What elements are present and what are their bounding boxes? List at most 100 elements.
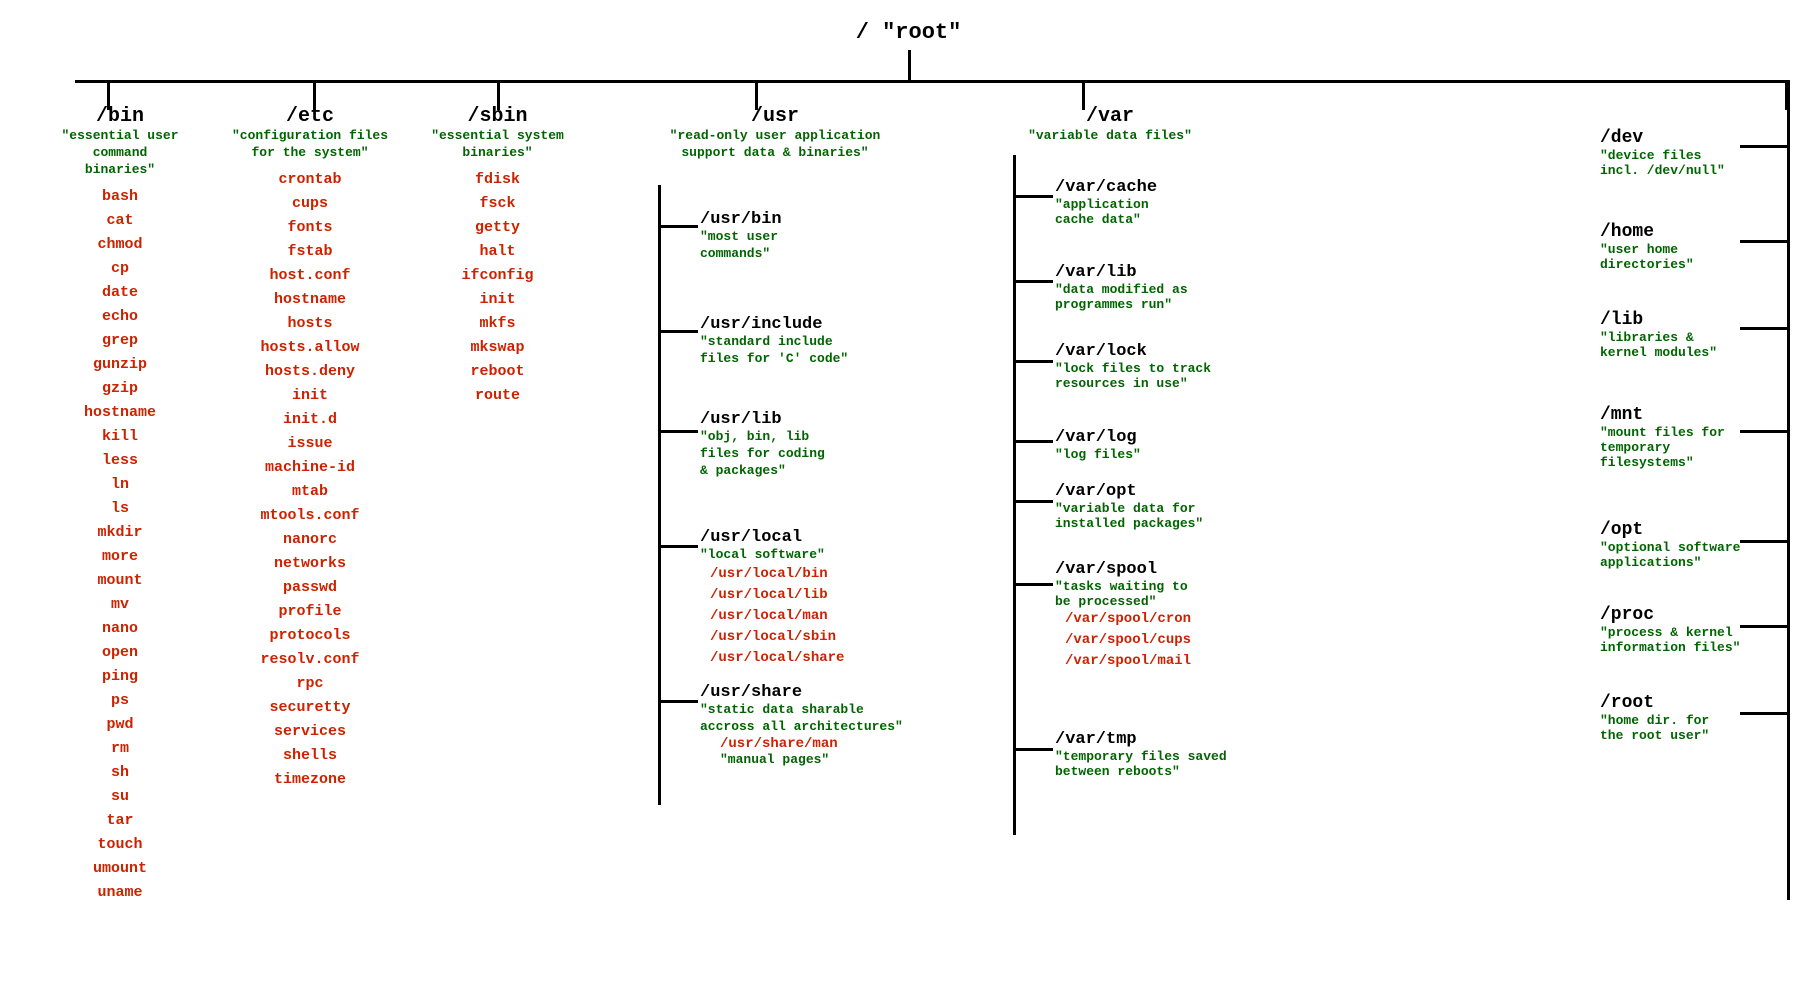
var-tmp-hline xyxy=(1013,748,1053,751)
var-log-desc: "log files" xyxy=(1055,447,1141,462)
dev-desc: "device filesincl. /dev/null" xyxy=(1600,148,1725,178)
var-log-name: /var/log xyxy=(1055,428,1141,447)
var-lib-desc: "data modified asprogrammes run" xyxy=(1055,282,1188,312)
usr-local-name: /usr/local xyxy=(700,528,844,547)
root-label: / "root" xyxy=(856,20,962,45)
var-spool-hline xyxy=(1013,583,1053,586)
usr-local-hline xyxy=(658,545,698,548)
opt-desc: "optional softwareapplications" xyxy=(1600,540,1740,570)
var-opt-hline xyxy=(1013,500,1053,503)
bin-section: /bin "essential usercommandbinaries" bas… xyxy=(40,105,200,905)
usr-lib-hline xyxy=(658,430,698,433)
usr-share-desc: "static data sharableaccross all archite… xyxy=(700,702,903,736)
var-lib-hline xyxy=(1013,280,1053,283)
home-desc: "user homedirectories" xyxy=(1600,242,1694,272)
proc-desc: "process & kernelinformation files" xyxy=(1600,625,1740,655)
var-tree-vline xyxy=(1013,155,1016,835)
var-name: /var xyxy=(1000,105,1220,128)
var-log-hline xyxy=(1013,440,1053,443)
var-spool-name: /var/spool xyxy=(1055,560,1191,579)
sbin-desc: "essential systembinaries" xyxy=(415,128,580,162)
var-cache-desc: "applicationcache data" xyxy=(1055,197,1157,227)
home-hline xyxy=(1740,240,1790,243)
dev-name: /dev xyxy=(1600,128,1725,148)
usr-bin-hline xyxy=(658,225,698,228)
var-spool-items: /var/spool/cron/var/spool/cups/var/spool… xyxy=(1065,609,1191,672)
etc-desc: "configuration filesfor the system" xyxy=(215,128,405,162)
mnt-hline xyxy=(1740,430,1790,433)
var-log-section: /var/log "log files" xyxy=(1055,428,1141,462)
usr-lib-name: /usr/lib xyxy=(700,410,825,429)
usr-share-name: /usr/share xyxy=(700,683,903,702)
var-tmp-name: /var/tmp xyxy=(1055,730,1227,749)
var-lib-name: /var/lib xyxy=(1055,263,1188,282)
lib-name: /lib xyxy=(1600,310,1717,330)
etc-name: /etc xyxy=(215,105,405,128)
bin-name: /bin xyxy=(40,105,200,128)
usr-tree-vline xyxy=(658,185,661,805)
opt-section: /opt "optional softwareapplications" xyxy=(1600,520,1740,570)
var-header: /var "variable data files" xyxy=(1000,105,1220,143)
mnt-section: /mnt "mount files fortemporaryfilesystem… xyxy=(1600,405,1725,470)
var-tmp-section: /var/tmp "temporary files savedbetween r… xyxy=(1055,730,1227,779)
lib-section: /lib "libraries &kernel modules" xyxy=(1600,310,1717,360)
var-opt-section: /var/opt "variable data forinstalled pac… xyxy=(1055,482,1203,531)
usr-local-items: /usr/local/bin/usr/local/lib/usr/local/m… xyxy=(710,564,844,669)
rootdir-desc: "home dir. forthe root user" xyxy=(1600,713,1709,743)
var-spool-desc: "tasks waiting tobe processed" xyxy=(1055,579,1191,609)
rootdir-section: /root "home dir. forthe root user" xyxy=(1600,693,1709,743)
proc-hline xyxy=(1740,625,1790,628)
right-tree-vline xyxy=(1787,80,1790,900)
home-section: /home "user homedirectories" xyxy=(1600,222,1694,272)
usr-share-hline xyxy=(658,700,698,703)
var-lock-hline xyxy=(1013,360,1053,363)
proc-name: /proc xyxy=(1600,605,1740,625)
usr-bin-desc: "most usercommands" xyxy=(700,229,782,263)
var-opt-desc: "variable data forinstalled packages" xyxy=(1055,501,1203,531)
var-lock-section: /var/lock "lock files to trackresources … xyxy=(1055,342,1211,391)
var-cache-hline xyxy=(1013,195,1053,198)
bin-items: bashcatchmodcpdateechogrepgunzipgziphost… xyxy=(40,185,200,905)
var-cache-section: /var/cache "applicationcache data" xyxy=(1055,178,1157,227)
opt-hline xyxy=(1740,540,1790,543)
usr-include-desc: "standard includefiles for 'C' code" xyxy=(700,334,848,368)
sbin-items: fdiskfsckgettyhaltifconfiginitmkfsmkswap… xyxy=(415,168,580,408)
var-opt-name: /var/opt xyxy=(1055,482,1203,501)
rootdir-name: /root xyxy=(1600,693,1709,713)
usr-share-man-desc: "manual pages" xyxy=(720,752,903,767)
usr-lib-desc: "obj, bin, libfiles for coding& packages… xyxy=(700,429,825,480)
usr-local-section: /usr/local "local software" /usr/local/b… xyxy=(700,528,844,669)
usr-lib-section: /usr/lib "obj, bin, libfiles for coding&… xyxy=(700,410,825,480)
proc-section: /proc "process & kernelinformation files… xyxy=(1600,605,1740,655)
var-desc: "variable data files" xyxy=(1000,128,1220,143)
usr-header: /usr "read-only user applicationsupport … xyxy=(620,105,930,162)
usr-share-section: /usr/share "static data sharableaccross … xyxy=(700,683,903,767)
usr-include-hline xyxy=(658,330,698,333)
main-hline xyxy=(75,80,1785,83)
sbin-name: /sbin xyxy=(415,105,580,128)
etc-items: crontabcupsfontsfstabhost.confhostnameho… xyxy=(215,168,405,792)
lib-hline xyxy=(1740,327,1790,330)
dev-hline xyxy=(1740,145,1790,148)
var-spool-section: /var/spool "tasks waiting tobe processed… xyxy=(1055,560,1191,672)
var-lock-desc: "lock files to trackresources in use" xyxy=(1055,361,1211,391)
var-lock-name: /var/lock xyxy=(1055,342,1211,361)
usr-include-section: /usr/include "standard includefiles for … xyxy=(700,315,848,368)
root-vline xyxy=(908,50,911,80)
dev-section: /dev "device filesincl. /dev/null" xyxy=(1600,128,1725,178)
var-tmp-desc: "temporary files savedbetween reboots" xyxy=(1055,749,1227,779)
mnt-desc: "mount files fortemporaryfilesystems" xyxy=(1600,425,1725,470)
mnt-name: /mnt xyxy=(1600,405,1725,425)
usr-bin-section: /usr/bin "most usercommands" xyxy=(700,210,782,263)
rootdir-hline xyxy=(1740,712,1790,715)
usr-local-desc: "local software" xyxy=(700,547,844,564)
usr-bin-name: /usr/bin xyxy=(700,210,782,229)
usr-name: /usr xyxy=(620,105,930,128)
lib-desc: "libraries &kernel modules" xyxy=(1600,330,1717,360)
var-cache-name: /var/cache xyxy=(1055,178,1157,197)
usr-share-man: /usr/share/man xyxy=(720,736,903,752)
var-lib-section: /var/lib "data modified asprogrammes run… xyxy=(1055,263,1188,312)
etc-section: /etc "configuration filesfor the system"… xyxy=(215,105,405,792)
sbin-section: /sbin "essential systembinaries" fdiskfs… xyxy=(415,105,580,408)
usr-desc: "read-only user applicationsupport data … xyxy=(620,128,930,162)
